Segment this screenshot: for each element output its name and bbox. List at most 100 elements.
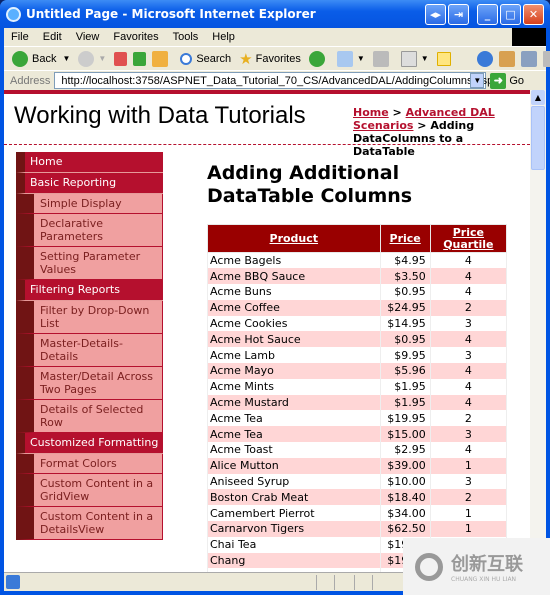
product-cell: Acme Lamb: [207, 347, 381, 364]
price-cell: $18.40: [379, 489, 431, 506]
go-button[interactable]: ➜ Go: [490, 72, 524, 89]
product-cell: Alice Mutton: [207, 457, 381, 474]
table-row: Acme Tea $19.95 2: [207, 410, 508, 427]
home-button[interactable]: [152, 50, 172, 67]
column-header-product[interactable]: Product: [207, 224, 381, 253]
mail-icon: [336, 50, 353, 67]
table-row: Acme Mints $1.95 4: [207, 378, 508, 395]
menu-tools[interactable]: Tools: [166, 31, 206, 43]
stop-icon: [114, 51, 128, 66]
history-button[interactable]: [308, 50, 329, 67]
edit-button[interactable]: ▼: [400, 50, 429, 67]
table-row: Acme Toast $2.95 4: [207, 442, 508, 458]
search-button[interactable]: Search: [180, 52, 231, 65]
quartile-cell: 3: [429, 315, 508, 332]
sidebar-item-master-detail-across-two-pages[interactable]: Master/Detail Across Two Pages: [16, 367, 163, 400]
print-icon: [372, 50, 389, 67]
quartile-cell: 4: [429, 252, 508, 269]
toolbar: Back ▼ ▼ Search ★ Favorites ▼ ▼: [4, 46, 550, 70]
scroll-up-button[interactable]: ▲: [531, 90, 545, 105]
sidebar-item-home[interactable]: Home: [16, 152, 163, 173]
refresh-icon: [133, 51, 147, 66]
table-row: Acme Mustard $1.95 4: [207, 394, 508, 411]
product-cell: Aniseed Syrup: [207, 473, 381, 490]
sidebar-item-filtering-reports[interactable]: Filtering Reports: [16, 280, 163, 301]
breadcrumb-home-link[interactable]: Home: [353, 106, 389, 119]
price-cell: $9.95: [379, 347, 431, 364]
windows-logo-icon: [512, 28, 546, 46]
star-icon: ★: [239, 50, 253, 68]
sidebar-item-details-of-selected-row[interactable]: Details of Selected Row: [16, 400, 163, 433]
sidebar-item-declarative-parameters[interactable]: Declarative Parameters: [16, 214, 163, 247]
price-cell: $15.00: [379, 426, 431, 443]
quartile-cell: 3: [429, 473, 508, 490]
menu-file[interactable]: File: [4, 31, 36, 43]
price-cell: $1.95: [379, 378, 431, 395]
sidebar-item-filter-by-drop-down-list[interactable]: Filter by Drop-Down List: [16, 301, 163, 334]
page-content: Working with Data Tutorials Home > Advan…: [4, 90, 530, 572]
quartile-cell: 2: [429, 299, 508, 316]
quartile-cell: 4: [429, 378, 508, 395]
back-button[interactable]: Back ▼: [12, 50, 70, 67]
price-cell: $10.00: [379, 473, 431, 490]
quartile-cell: 4: [429, 268, 508, 285]
toggle-icon[interactable]: ◂▸: [425, 4, 446, 25]
product-cell: Acme Hot Sauce: [207, 331, 381, 348]
address-dropdown[interactable]: ▼: [470, 73, 485, 88]
product-cell: Chai Tea: [207, 536, 381, 553]
address-bar: Address http://localhost:3758/ASPNET_Dat…: [4, 70, 546, 90]
refresh-button[interactable]: [133, 51, 150, 66]
sidebar-item-customized-formatting[interactable]: Customized Formatting: [16, 433, 163, 454]
sidebar-item-master-details-details[interactable]: Master-Details-Details: [16, 334, 163, 367]
menu-favorites[interactable]: Favorites: [106, 31, 165, 43]
price-cell: $39.00: [379, 457, 431, 474]
table-row: Acme BBQ Sauce $3.50 4: [207, 268, 508, 285]
product-cell: Acme Toast: [207, 442, 381, 458]
forward-button[interactable]: ▼: [78, 50, 106, 67]
menu-edit[interactable]: Edit: [36, 31, 69, 43]
stop-button[interactable]: [114, 51, 131, 66]
forward-arrow-icon: [78, 50, 95, 67]
sidebar-item-custom-content-in-a-detailsview[interactable]: Custom Content in a DetailsView: [16, 507, 163, 540]
quartile-cell: 3: [429, 347, 508, 364]
messenger-button[interactable]: [476, 50, 497, 67]
mail-button[interactable]: ▼: [336, 50, 365, 67]
menu-help[interactable]: Help: [205, 31, 242, 43]
table-row: Boston Crab Meat $18.40 2: [207, 489, 508, 506]
print-button[interactable]: [372, 50, 393, 67]
column-header-price-quartile[interactable]: Price Quartile: [429, 224, 508, 253]
notes-button[interactable]: [436, 51, 455, 66]
restore-tab-icon[interactable]: ⇥: [448, 4, 469, 25]
table-row: Carnarvon Tigers $62.50 1: [207, 521, 508, 537]
column-header-price[interactable]: Price: [379, 224, 431, 253]
price-cell: $3.50: [379, 268, 431, 285]
quartile-cell: 1: [429, 457, 508, 474]
sidebar-item-format-colors[interactable]: Format Colors: [16, 454, 163, 474]
sidebar-item-custom-content-in-a-gridview[interactable]: Custom Content in a GridView: [16, 474, 163, 507]
grid-icon: [542, 50, 550, 67]
back-arrow-icon: [12, 50, 28, 67]
watermark-text: 创新互联: [451, 554, 523, 575]
favorites-button[interactable]: ★ Favorites: [239, 50, 301, 68]
product-cell: Acme Mints: [207, 378, 381, 395]
tool-button-3[interactable]: [542, 50, 550, 67]
tool-button-1[interactable]: [498, 50, 519, 67]
scroll-thumb[interactable]: [531, 106, 545, 170]
address-input[interactable]: http://localhost:3758/ASPNET_Data_Tutori…: [54, 72, 499, 89]
maximize-button[interactable]: □: [500, 4, 521, 25]
tool-icon: [498, 50, 515, 67]
minimize-button[interactable]: _: [477, 4, 498, 25]
menu-view[interactable]: View: [69, 31, 107, 43]
tool-button-2[interactable]: [520, 50, 541, 67]
browser-window: Untitled Page - Microsoft Internet Explo…: [0, 0, 550, 595]
vertical-scrollbar[interactable]: ▲: [530, 90, 546, 572]
status-divider: [354, 575, 355, 590]
sidebar-item-basic-reporting[interactable]: Basic Reporting: [16, 173, 163, 194]
product-cell: Carnarvon Tigers: [207, 521, 381, 537]
table-row: Alice Mutton $39.00 1: [207, 457, 508, 474]
sidebar-item-setting-parameter-values[interactable]: Setting Parameter Values: [16, 247, 163, 280]
close-button[interactable]: ✕: [523, 4, 544, 25]
price-cell: $4.95: [379, 252, 431, 269]
sidebar-item-simple-display[interactable]: Simple Display: [16, 194, 163, 214]
table-row: Acme Tea $15.00 3: [207, 426, 508, 443]
